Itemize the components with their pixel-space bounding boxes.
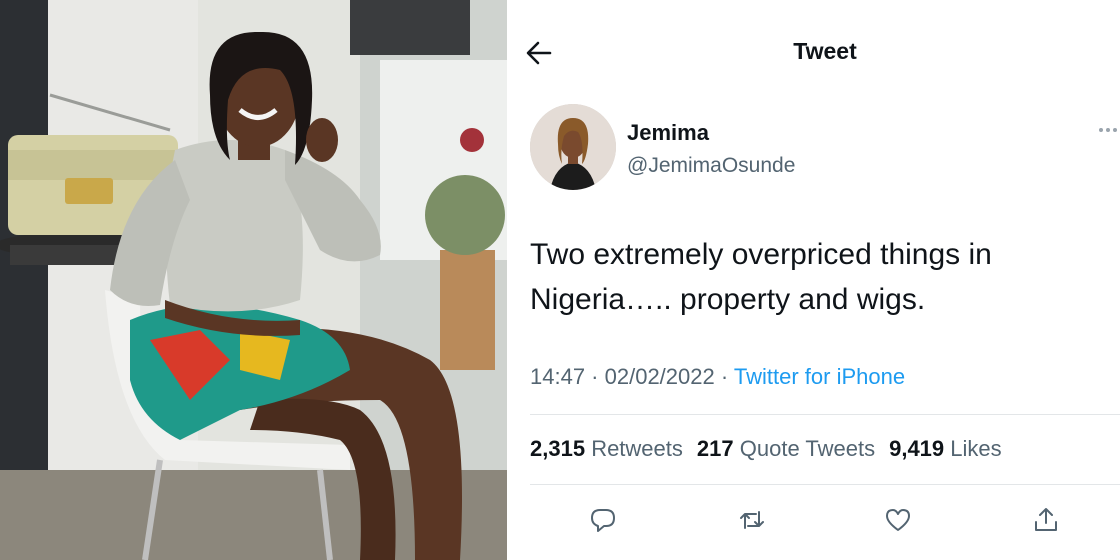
likes-label: Likes (950, 436, 1002, 461)
tweet-date[interactable]: 02/02/2022 (605, 364, 715, 389)
avatar[interactable] (530, 104, 616, 190)
tweet-text-line: Two extremely overpriced things in (530, 238, 992, 271)
quote-tweets-count: 217 (696, 436, 734, 461)
meta-separator: · (585, 364, 605, 389)
author-display-name[interactable]: Jemima (627, 120, 709, 146)
page-title: Tweet (793, 38, 857, 64)
divider (530, 484, 1120, 485)
retweets-count: 2,315 (530, 436, 586, 461)
tweet-text-line: Nigeria….. property and wigs. (530, 283, 926, 316)
likes-stat[interactable]: 9,419 Likes (889, 436, 1002, 461)
author-handle[interactable]: @JemimaOsunde (627, 154, 795, 178)
divider (530, 414, 1120, 415)
tweet-stats: 2,315 Retweets 217 Quote Tweets 9,419 Like… (530, 436, 1016, 462)
tweet-view: Tweet Jemima @JemimaOsunde Two extremely… (510, 0, 1120, 560)
retweets-label: Retweets (591, 436, 683, 461)
top-bar: Tweet (510, 24, 1120, 80)
tweet-time[interactable]: 14:47 (530, 364, 585, 389)
retweets-stat[interactable]: 2,315 Retweets (530, 436, 683, 461)
quote-tweets-stat[interactable]: 217 Quote Tweets (697, 436, 875, 461)
tweet-source-link[interactable]: Twitter for iPhone (734, 364, 905, 389)
retweet-icon[interactable] (732, 500, 772, 540)
likes-count: 9,419 (889, 436, 945, 461)
like-icon[interactable] (878, 500, 918, 540)
tweet-text: Two extremely overpriced things in Niger… (530, 232, 1110, 322)
share-icon[interactable] (1026, 500, 1066, 540)
more-options-icon[interactable] (1096, 118, 1120, 142)
reply-icon[interactable] (583, 500, 623, 540)
quote-tweets-label: Quote Tweets (739, 436, 876, 461)
meta-separator: · (714, 364, 734, 389)
profile-photo (0, 0, 507, 560)
tweet-timestamp: 14:47 · 02/02/2022 · Twitter for iPhone (530, 364, 905, 390)
tweet-actions (510, 500, 1120, 540)
